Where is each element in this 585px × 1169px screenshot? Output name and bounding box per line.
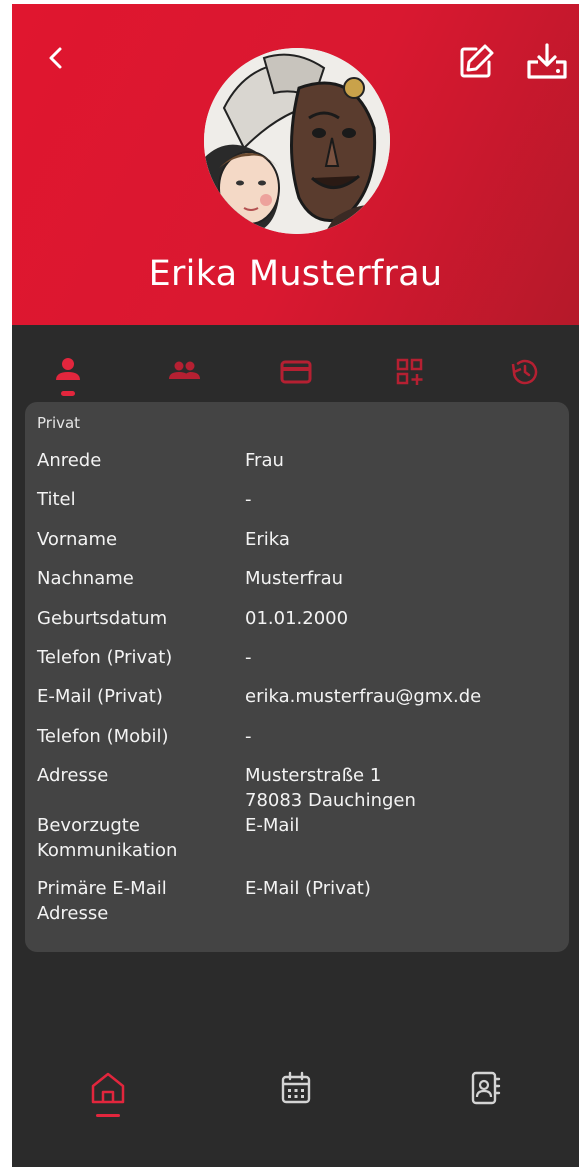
detail-value: Musterstraße 1 78083 Dauchingen: [245, 765, 416, 811]
details-card: Privat Anrede Frau Titel - Vorname Erika…: [25, 402, 569, 952]
email-link[interactable]: erika.musterfrau@gmx.de: [245, 684, 565, 709]
download-button[interactable]: [524, 42, 570, 82]
active-tab-indicator: [61, 391, 75, 396]
calendar-icon: [281, 1071, 311, 1104]
edit-icon: [460, 44, 494, 78]
detail-label: Telefon (Mobil): [37, 726, 169, 747]
profile-header: Erika Musterfrau: [12, 4, 579, 325]
detail-value: 01.01.2000: [245, 608, 349, 629]
detail-value: -: [245, 647, 252, 668]
detail-label: Anrede: [37, 450, 102, 471]
app-screen: Erika Musterfrau Privat Anrede Frau Tite…: [12, 4, 579, 1167]
home-icon: [91, 1072, 125, 1104]
qr-add-icon: [396, 358, 423, 385]
person-icon: [56, 358, 80, 380]
chevron-left-icon: [49, 47, 62, 69]
detail-label: Nachname: [37, 568, 134, 589]
profile-name: Erika Musterfrau: [148, 254, 443, 294]
tab-payment[interactable]: [276, 352, 316, 392]
active-nav-indicator: [96, 1114, 120, 1117]
download-icon: [527, 43, 567, 79]
detail-label: Titel: [37, 489, 76, 510]
bottom-navigation: [12, 1054, 579, 1144]
detail-value: -: [245, 489, 252, 510]
avatar[interactable]: [204, 48, 390, 234]
detail-label: Geburtsdatum: [37, 608, 168, 629]
detail-value: Musterfrau: [245, 568, 344, 589]
credit-card-icon: [280, 360, 312, 384]
detail-value: E-Mail: [245, 815, 300, 836]
detail-label: Telefon (Privat): [37, 647, 173, 668]
nav-calendar[interactable]: [274, 1066, 318, 1110]
history-icon: [511, 359, 538, 385]
tab-group[interactable]: [164, 352, 204, 392]
detail-label: Vorname: [37, 529, 118, 550]
nav-contacts[interactable]: [463, 1066, 507, 1110]
section-label: Privat: [37, 414, 81, 432]
tab-history[interactable]: [505, 352, 545, 392]
contacts-icon: [471, 1071, 501, 1105]
detail-value: Erika: [245, 529, 290, 550]
detail-label: Bevorzugte Kommunikation: [37, 815, 178, 861]
profile-tabs: [12, 344, 579, 400]
detail-label: E-Mail (Privat): [37, 686, 163, 707]
tab-personal[interactable]: [48, 352, 88, 392]
detail-label: Adresse: [37, 765, 109, 786]
detail-value: Frau: [245, 450, 284, 471]
avatar-illustration: [204, 48, 390, 234]
detail-value: E-Mail (Privat): [245, 878, 371, 899]
nav-home[interactable]: [86, 1066, 130, 1110]
tab-qr[interactable]: [390, 352, 430, 392]
edit-button[interactable]: [456, 42, 496, 82]
back-button[interactable]: [40, 42, 72, 74]
group-icon: [169, 361, 200, 379]
detail-label: Primäre E-Mail Adresse: [37, 878, 167, 924]
detail-value: -: [245, 726, 252, 747]
